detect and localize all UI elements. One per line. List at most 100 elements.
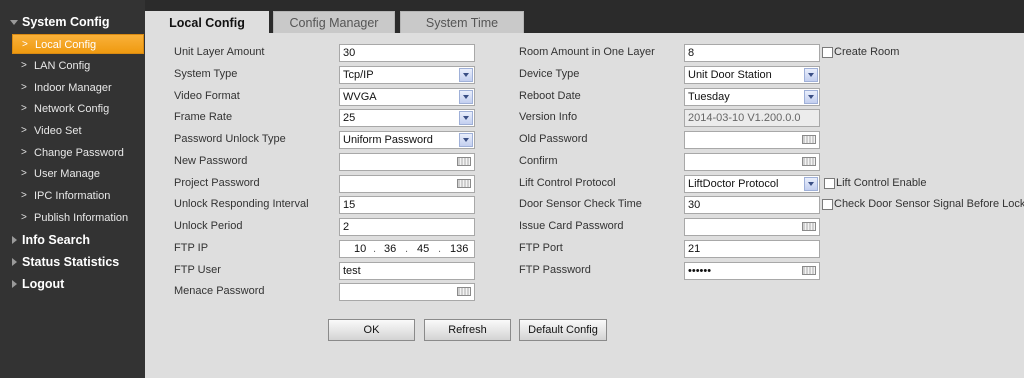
project-password-input[interactable] [339,175,475,193]
unlock-responding-interval-input[interactable]: 15 [339,196,475,214]
keyboard-icon[interactable] [802,266,816,275]
sidebar-item-ipc-information[interactable]: > IPC Information [12,186,144,206]
keyboard-icon[interactable] [457,179,471,188]
sidebar-item-publish-information[interactable]: > Publish Information [12,208,144,228]
check-door-sensor-label: Check Door Sensor Signal Before Lock [834,198,1024,210]
sidebar-section-status-statistics[interactable]: Status Statistics [0,252,145,272]
sidebar-item-indoor-manager[interactable]: > Indoor Manager [12,78,144,98]
sidebar-item-label: Local Config [35,39,97,51]
keyboard-icon[interactable] [457,287,471,296]
issue-card-password-label: Issue Card Password [519,220,624,232]
door-sensor-check-time-input[interactable]: 30 [684,196,820,214]
room-amount-input[interactable]: 8 [684,44,820,62]
version-info-label: Version Info [519,111,578,123]
caret-right-icon [10,252,20,272]
system-type-select[interactable]: Tcp/IP [339,66,475,84]
new-password-input[interactable] [339,153,475,171]
reboot-date-label: Reboot Date [519,90,581,102]
chevron-right-icon: > [22,39,28,50]
dropdown-arrow-icon[interactable] [459,90,473,104]
issue-card-password-input[interactable] [684,218,820,236]
ip-separator: . [405,243,409,255]
frame-rate-select[interactable]: 25 [339,109,475,127]
version-info-field: 2014-03-10 V1.200.0.0 [684,109,820,127]
video-format-value: WVGA [343,91,377,103]
sidebar-item-label: LAN Config [34,60,91,72]
reboot-date-select[interactable]: Tuesday [684,88,820,106]
keyboard-icon[interactable] [802,135,816,144]
tab-local-config[interactable]: Local Config [145,11,269,34]
sidebar-section-label: Info Search [22,233,91,247]
default-config-button[interactable]: Default Config [519,319,607,341]
sidebar-item-local-config[interactable]: > Local Config [12,34,144,54]
ftp-ip-input[interactable]: 10 . 36 . 45 . 136 [339,240,475,258]
dropdown-arrow-icon[interactable] [804,90,818,104]
ftp-password-label: FTP Password [519,264,591,276]
sidebar-item-lan-config[interactable]: > LAN Config [12,56,144,76]
sidebar-section-logout[interactable]: Logout [0,274,145,294]
sidebar-section-system-config[interactable]: System Config [0,12,145,32]
chevron-right-icon: > [21,103,27,114]
ip-octet-2[interactable]: 36 [384,241,396,257]
main-panel: Local Config Config Manager System Time … [145,0,1024,378]
sidebar-item-network-config[interactable]: > Network Config [12,99,144,119]
reboot-date-value: Tuesday [688,91,730,103]
caret-down-icon [10,12,20,32]
ip-octet-4[interactable]: 136 [450,241,468,257]
ip-octet-1[interactable]: 10 [354,241,366,257]
sidebar-section-info-search[interactable]: Info Search [0,230,145,250]
tab-bar: Local Config Config Manager System Time [145,0,1024,34]
ok-button[interactable]: OK [328,319,415,341]
dropdown-arrow-icon[interactable] [804,177,818,191]
lift-control-enable-label: Lift Control Enable [836,177,927,189]
unlock-period-input[interactable]: 2 [339,218,475,236]
device-type-value: Unit Door Station [688,69,772,81]
local-config-form: Unit Layer Amount 30 System Type Tcp/IP … [145,33,1024,378]
dropdown-arrow-icon[interactable] [459,68,473,82]
sidebar-item-label: Publish Information [34,212,129,224]
dropdown-arrow-icon[interactable] [804,68,818,82]
ftp-port-input[interactable]: 21 [684,240,820,258]
create-room-checkbox[interactable] [822,47,833,58]
keyboard-icon[interactable] [802,157,816,166]
video-format-select[interactable]: WVGA [339,88,475,106]
ip-octet-3[interactable]: 45 [417,241,429,257]
password-unlock-type-select[interactable]: Uniform Password [339,131,475,149]
device-type-select[interactable]: Unit Door Station [684,66,820,84]
unlock-responding-interval-label: Unlock Responding Interval [174,198,309,210]
unit-layer-amount-input[interactable]: 30 [339,44,475,62]
sidebar-section-label: Logout [22,277,65,291]
sidebar-item-user-manage[interactable]: > User Manage [12,164,144,184]
sidebar-item-label: Video Set [34,125,82,137]
dropdown-arrow-icon[interactable] [459,111,473,125]
check-door-sensor-checkbox[interactable] [822,199,833,210]
lift-control-protocol-select[interactable]: LiftDoctor Protocol [684,175,820,193]
chevron-right-icon: > [21,147,27,158]
ftp-user-input[interactable]: test [339,262,475,280]
ftp-password-value: •••••• [688,265,712,277]
ftp-password-input[interactable]: •••••• [684,262,820,280]
sidebar-item-video-set[interactable]: > Video Set [12,121,144,141]
keyboard-icon[interactable] [457,157,471,166]
tab-config-manager[interactable]: Config Manager [273,11,395,33]
keyboard-icon[interactable] [802,222,816,231]
lift-control-enable-checkbox[interactable] [824,178,835,189]
menace-password-input[interactable] [339,283,475,301]
chevron-right-icon: > [21,212,27,223]
old-password-label: Old Password [519,133,588,145]
sidebar-section-label: System Config [22,15,110,29]
sidebar: System Config > Local Config > LAN Confi… [0,0,145,378]
confirm-password-input[interactable] [684,153,820,171]
chevron-right-icon: > [21,168,27,179]
project-password-label: Project Password [174,177,260,189]
system-type-label: System Type [174,68,238,80]
old-password-input[interactable] [684,131,820,149]
refresh-button[interactable]: Refresh [424,319,511,341]
chevron-right-icon: > [21,190,27,201]
lift-control-protocol-value: LiftDoctor Protocol [688,178,779,190]
dropdown-arrow-icon[interactable] [459,133,473,147]
password-unlock-type-label: Password Unlock Type [174,133,286,145]
sidebar-section-label: Status Statistics [22,255,120,269]
tab-system-time[interactable]: System Time [400,11,524,33]
sidebar-item-change-password[interactable]: > Change Password [12,143,144,163]
